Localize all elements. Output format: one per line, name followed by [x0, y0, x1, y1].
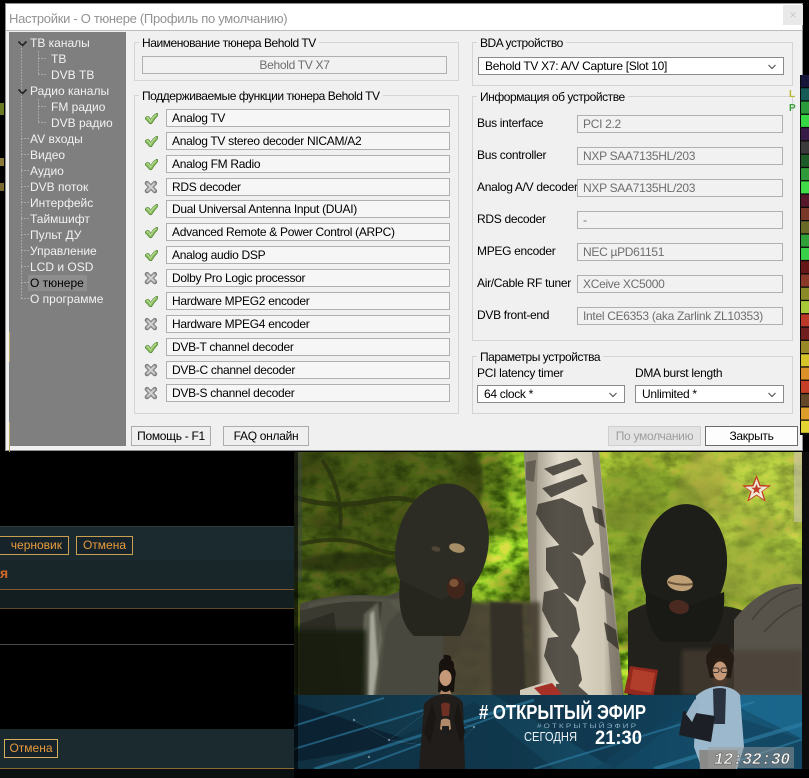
svg-text:# ОТКРЫТЫЙ ЭФИР: # ОТКРЫТЫЙ ЭФИР — [479, 700, 646, 724]
svg-text:12:32:30: 12:32:30 — [714, 751, 790, 769]
svg-text:СЕГОДНЯ: СЕГОДНЯ — [524, 729, 577, 744]
svg-text:21:30: 21:30 — [595, 728, 642, 749]
